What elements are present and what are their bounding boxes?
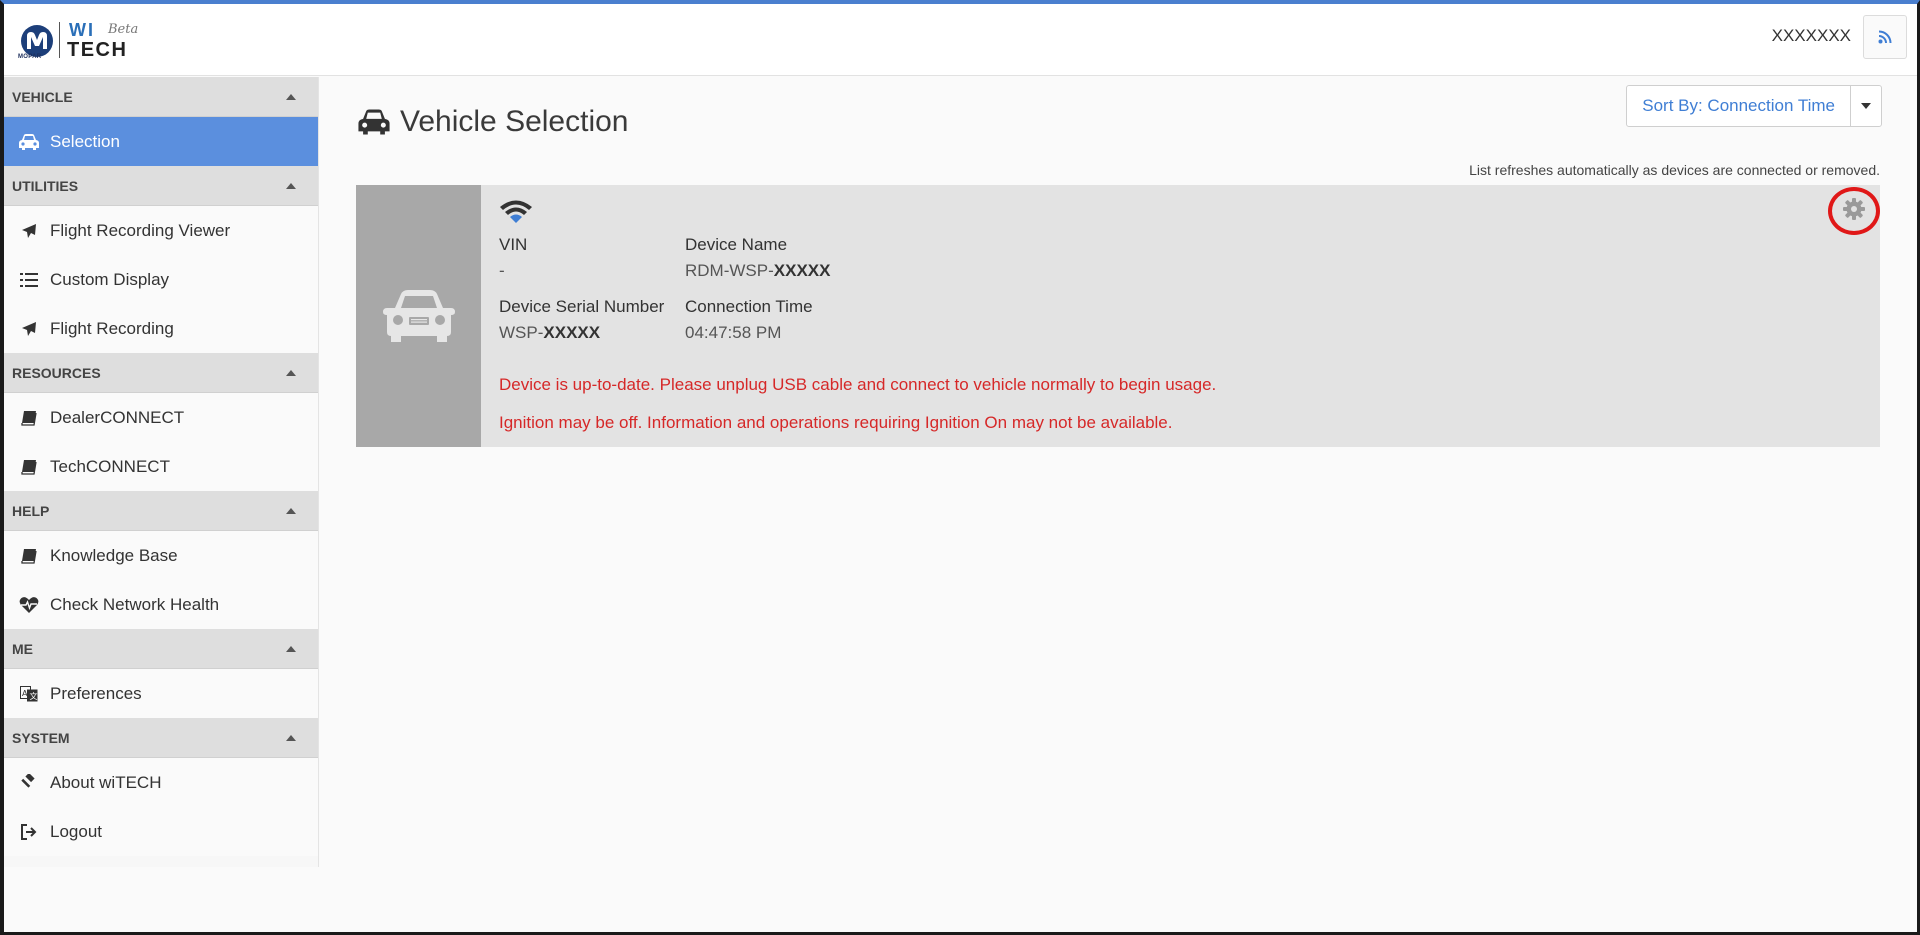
book-icon (18, 456, 40, 478)
collapse-caret-icon (286, 507, 296, 514)
plane-icon (18, 318, 40, 340)
sidebar-item-dealerconnect[interactable]: DealerCONNECT (4, 393, 318, 442)
car-icon (358, 109, 390, 135)
section-title: ME (12, 640, 33, 657)
section-title: RESOURCES (12, 364, 101, 381)
car-icon (18, 131, 40, 153)
mopar-wordmark: MOPAR (18, 54, 42, 60)
sidebar: VEHICLE Selection UTILITIES Flight Recor… (4, 77, 319, 867)
section-header-system[interactable]: SYSTEM (4, 718, 318, 758)
serial-prefix: WSP- (499, 323, 544, 342)
vin-field: VIN - (499, 235, 527, 281)
sidebar-item-about-witech[interactable]: About wiTECH (4, 758, 318, 807)
section-header-help[interactable]: HELP (4, 491, 318, 531)
serial-suffix: XXXXX (543, 323, 601, 342)
device-name-field: Device Name RDM-WSP-XXXXX (685, 235, 830, 281)
collapse-caret-icon (286, 369, 296, 376)
section-header-utilities[interactable]: UTILITIES (4, 166, 318, 206)
collapse-caret-icon (286, 734, 296, 741)
device-name-suffix: XXXXX (773, 261, 831, 280)
connection-time-value: 04:47:58 PM (685, 323, 782, 342)
sidebar-item-label: Custom Display (50, 269, 170, 289)
book-icon (18, 545, 40, 567)
logo-divider (59, 22, 60, 58)
collapse-caret-icon (286, 93, 296, 100)
chevron-down-icon (1861, 103, 1871, 109)
page-title-row: Vehicle Selection (356, 105, 629, 139)
section-header-me[interactable]: ME (4, 629, 318, 669)
section-title: SYSTEM (12, 729, 70, 746)
connection-time-field: Connection Time 04:47:58 PM (685, 297, 813, 343)
sidebar-item-flight-recording-viewer[interactable]: Flight Recording Viewer (4, 206, 318, 255)
serial-value: WSP-XXXXX (499, 323, 664, 343)
translate-icon: A文 (18, 683, 40, 705)
serial-number-field: Device Serial Number WSP-XXXXX (499, 297, 664, 343)
list-icon (18, 269, 40, 291)
page-title: Vehicle Selection (400, 105, 629, 138)
sidebar-item-techconnect[interactable]: TechCONNECT (4, 442, 318, 491)
wifi-icon (500, 200, 532, 223)
refresh-note: List refreshes automatically as devices … (1469, 162, 1880, 178)
collapse-caret-icon (286, 182, 296, 189)
sidebar-item-label: Preferences (50, 683, 142, 703)
book-icon (18, 407, 40, 429)
sort-dropdown[interactable]: Sort By: Connection Time (1626, 85, 1882, 127)
device-name-value: RDM-WSP-XXXXX (685, 261, 830, 281)
device-thumbnail (356, 185, 481, 447)
sidebar-item-selection[interactable]: Selection (4, 117, 318, 166)
highlight-annotation-circle (1828, 187, 1880, 235)
sidebar-item-label: About wiTECH (50, 772, 162, 792)
sidebar-item-flight-recording[interactable]: Flight Recording (4, 304, 318, 353)
sidebar-item-check-network-health[interactable]: Check Network Health (4, 580, 318, 629)
sidebar-item-label: Check Network Health (50, 594, 220, 614)
sidebar-item-label: TechCONNECT (50, 456, 170, 476)
car-front-icon (382, 290, 455, 342)
vin-value: - (499, 261, 505, 280)
sidebar-item-label: Flight Recording (50, 318, 174, 338)
svg-text:文: 文 (30, 691, 38, 701)
sidebar-item-knowledge-base[interactable]: Knowledge Base (4, 531, 318, 580)
logo-tech: TECH (67, 39, 128, 61)
witech-logo[interactable]: MOPAR WI TECH Beta (16, 20, 146, 62)
heartbeat-icon (18, 594, 40, 616)
section-header-resources[interactable]: RESOURCES (4, 353, 318, 393)
user-name[interactable]: XXXXXXX (1772, 26, 1851, 46)
main-content: Vehicle Selection Sort By: Connection Ti… (320, 77, 1917, 932)
logo-wi: WI (69, 20, 95, 40)
sidebar-item-label: DealerCONNECT (50, 407, 185, 427)
section-title: VEHICLE (12, 88, 73, 105)
top-bar: MOPAR WI TECH Beta XXXXXXX (4, 4, 1917, 76)
section-title: UTILITIES (12, 177, 79, 194)
serial-label: Device Serial Number (499, 297, 665, 316)
gavel-icon (18, 772, 40, 794)
logo-beta: Beta (108, 22, 139, 37)
vin-label: VIN (499, 235, 528, 254)
connection-time-label: Connection Time (685, 297, 813, 316)
sidebar-item-label: Selection (50, 131, 120, 151)
section-title: HELP (12, 502, 50, 519)
sidebar-item-logout[interactable]: Logout (4, 807, 318, 856)
ignition-warning-message: Ignition may be off. Information and ope… (499, 413, 1173, 432)
rss-button[interactable] (1863, 15, 1907, 59)
sidebar-item-label: Logout (50, 821, 102, 841)
sidebar-item-label: Flight Recording Viewer (50, 220, 231, 240)
collapse-caret-icon (286, 645, 296, 652)
device-name-label: Device Name (685, 235, 788, 254)
app-window: MOPAR WI TECH Beta XXXXXXX VEHICLE Selec… (0, 0, 1920, 935)
device-status-message: Device is up-to-date. Please unplug USB … (499, 375, 1217, 394)
sidebar-item-custom-display[interactable]: Custom Display (4, 255, 318, 304)
sort-toggle-button[interactable] (1851, 86, 1881, 126)
sidebar-item-preferences[interactable]: A文 Preferences (4, 669, 318, 718)
sign-out-icon (18, 821, 40, 843)
sort-button[interactable]: Sort By: Connection Time (1627, 86, 1851, 126)
device-card[interactable]: VIN - Device Name RDM-WSP-XXXXX Device S… (356, 185, 1880, 447)
section-header-vehicle[interactable]: VEHICLE (4, 77, 318, 117)
plane-icon (18, 220, 40, 242)
svg-text:A: A (22, 689, 28, 698)
mopar-logo-icon (21, 25, 53, 57)
sidebar-item-label: Knowledge Base (50, 545, 178, 565)
device-name-prefix: RDM-WSP- (685, 261, 774, 280)
rss-icon (1878, 30, 1892, 44)
